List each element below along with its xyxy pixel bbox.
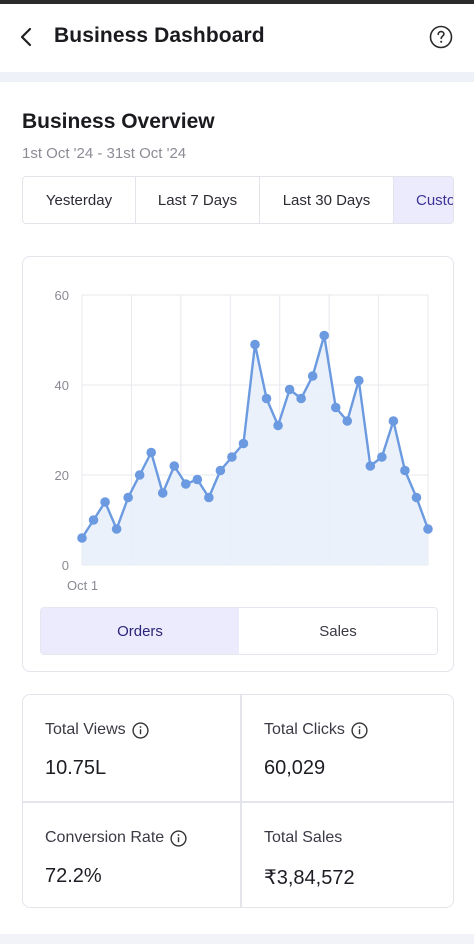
- y-tick-label: 20: [55, 468, 69, 483]
- data-point: [388, 416, 399, 426]
- data-point: [157, 488, 168, 498]
- data-point: [88, 515, 99, 525]
- data-point: [273, 420, 283, 431]
- data-point: [307, 371, 318, 381]
- help-circle-icon: [429, 25, 453, 49]
- data-point: [204, 492, 214, 503]
- page-title: Business Dashboard: [54, 24, 265, 47]
- business-overview-card: Business Overview 1st Oct '24 - 31st Oct…: [0, 82, 474, 934]
- data-point: [284, 384, 295, 395]
- info-icon[interactable]: [351, 721, 368, 739]
- stat-total-sales: Total Sales ₹3,84,572: [242, 803, 453, 907]
- data-point: [134, 470, 145, 480]
- date-range-text: 1st Oct '24 - 31st Oct '24: [22, 145, 187, 162]
- data-point: [215, 465, 226, 476]
- data-point: [319, 330, 330, 341]
- data-point: [411, 492, 422, 503]
- tab-yesterday[interactable]: Yesterday: [23, 177, 136, 223]
- stat-label: Total Views: [45, 721, 126, 738]
- data-point: [250, 339, 260, 350]
- grid-divider: [23, 801, 453, 803]
- y-tick-label: 0: [62, 558, 69, 573]
- tab-custom[interactable]: Custom: [394, 177, 453, 223]
- data-point: [181, 479, 191, 489]
- toggle-orders[interactable]: Orders: [41, 608, 239, 654]
- data-point: [169, 461, 180, 471]
- stats-grid: Total Views 10.75L Total Clicks 60,029 C…: [22, 694, 454, 908]
- data-point: [146, 447, 156, 458]
- x-tick-label: Oct 1: [67, 578, 98, 593]
- stat-label: Total Sales: [264, 829, 343, 846]
- orders-line-chart: 0 20 40 60 Oct 1: [55, 288, 433, 593]
- help-button[interactable]: [428, 24, 454, 50]
- stat-label: Conversion Rate: [45, 829, 165, 846]
- data-point: [111, 524, 122, 534]
- app-header: Business Dashboard: [0, 4, 474, 72]
- data-point: [400, 465, 410, 476]
- data-point: [377, 452, 387, 462]
- y-tick-label: 60: [55, 288, 69, 303]
- data-point: [365, 461, 376, 471]
- tab-last-7-days[interactable]: Last 7 Days: [136, 177, 260, 223]
- stat-conversion-rate: Conversion Rate 72.2%: [23, 803, 240, 907]
- chart-metric-toggle: Orders Sales: [40, 607, 438, 655]
- info-icon[interactable]: [170, 829, 187, 847]
- y-tick-label: 40: [55, 378, 69, 393]
- data-point: [342, 416, 353, 426]
- stat-total-clicks: Total Clicks 60,029: [242, 695, 453, 801]
- data-point: [100, 497, 110, 507]
- data-point: [261, 393, 272, 404]
- stat-value: 10.75L: [45, 757, 107, 779]
- stat-value: 72.2%: [45, 865, 102, 887]
- stat-label: Total Clicks: [264, 721, 345, 738]
- info-icon[interactable]: [132, 721, 149, 739]
- data-point: [238, 438, 249, 449]
- data-point: [192, 474, 203, 485]
- back-button[interactable]: [14, 24, 40, 50]
- toggle-sales[interactable]: Sales: [239, 608, 437, 654]
- chevron-left-icon: [20, 27, 32, 47]
- section-title: Business Overview: [22, 110, 215, 133]
- tab-last-30-days[interactable]: Last 30 Days: [260, 177, 394, 223]
- data-point: [423, 524, 433, 534]
- data-point: [330, 402, 341, 413]
- date-filter-tabs: Yesterday Last 7 Days Last 30 Days Custo…: [22, 176, 454, 224]
- chart-card: 0 20 40 60 Oct 1 Orders Sales: [22, 256, 454, 672]
- data-point: [77, 533, 87, 543]
- section-divider: [0, 72, 474, 82]
- data-point: [354, 375, 364, 386]
- data-point: [227, 452, 237, 462]
- data-point: [123, 492, 133, 503]
- data-point: [296, 393, 306, 404]
- stat-value: 60,029: [264, 757, 326, 779]
- stat-value: ₹3,84,572: [264, 867, 355, 889]
- stat-total-views: Total Views 10.75L: [23, 695, 240, 801]
- chart-area: [82, 335, 428, 565]
